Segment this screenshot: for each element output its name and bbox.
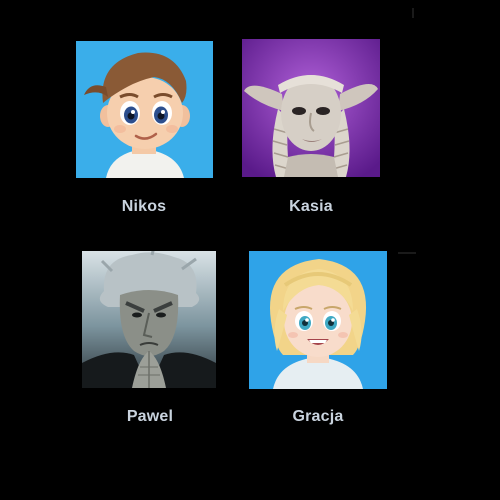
cartoon-boy-avatar-icon[interactable] — [76, 41, 213, 178]
count-olaf-avatar-icon[interactable] — [82, 251, 216, 388]
gelfling-avatar-icon[interactable] — [242, 39, 380, 177]
profile-name[interactable]: Kasia — [241, 198, 381, 216]
profile-name[interactable]: Nikos — [74, 198, 214, 216]
screen-edge-mark — [412, 8, 414, 18]
screen-edge-mark — [398, 252, 416, 254]
profile-name[interactable]: Gracja — [248, 408, 388, 426]
profile-name[interactable]: Pawel — [80, 408, 220, 426]
cartoon-girl-avatar-icon[interactable] — [249, 251, 387, 389]
